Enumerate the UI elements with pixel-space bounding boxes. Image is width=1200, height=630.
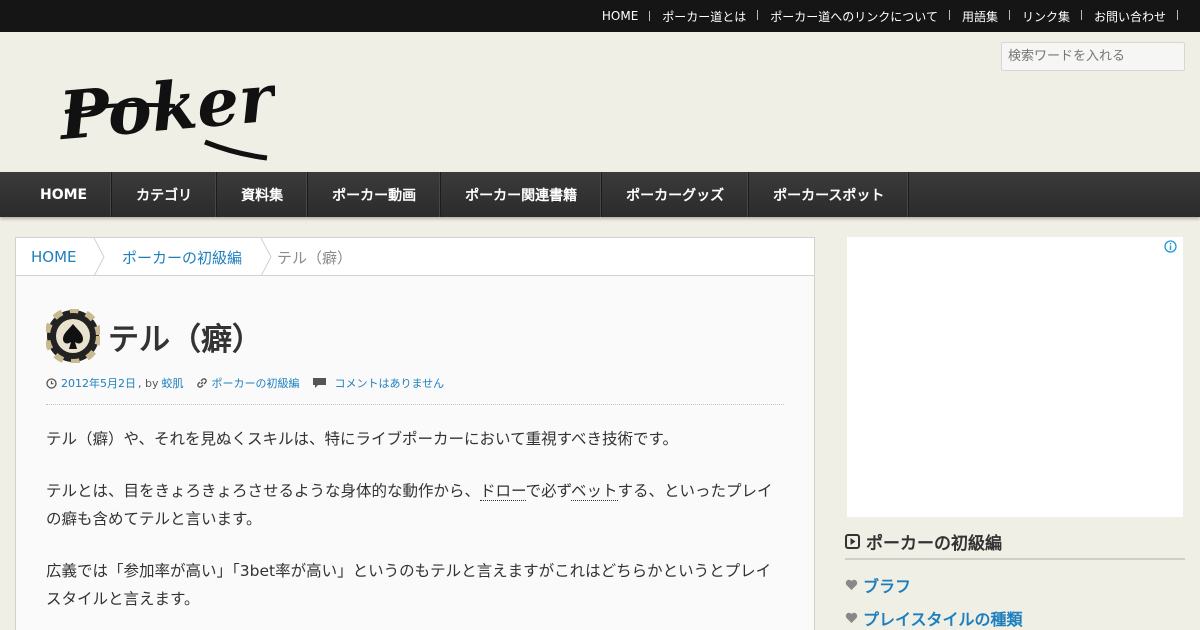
article-paragraph-1: テル（癖）や、それを見ぬくスキルは、特にライブポーカーにおいて重視すべき技術です…	[46, 430, 678, 448]
top-bar: HOME ポーカー道とは ポーカー道へのリンクについて 用語集 リンク集 お問い…	[0, 0, 1200, 32]
comment-icon	[312, 378, 326, 388]
main-nav-videos[interactable]: ポーカー動画	[308, 172, 442, 217]
top-nav-contact[interactable]: お問い合わせ	[1082, 8, 1179, 25]
main-nav-resources[interactable]: 資料集	[217, 172, 309, 217]
glossary-link-bet[interactable]: ベット	[571, 482, 618, 501]
article-paragraph-2: テルとは、目をきょろきょろさせるような身体的な動作から、ドローで必ずベットする、…	[46, 477, 786, 533]
sidebar-item-label[interactable]: プレイスタイルの種類	[863, 606, 1023, 630]
main-nav-books[interactable]: ポーカー関連書籍	[441, 172, 603, 217]
ad-slot[interactable]	[847, 237, 1183, 517]
breadcrumb-category[interactable]: ポーカーの初級編	[122, 238, 242, 276]
heart-icon	[845, 579, 858, 590]
main-nav-spots[interactable]: ポーカースポット	[749, 172, 910, 217]
site-logo[interactable]: Poker道	[55, 42, 275, 162]
top-nav-links[interactable]: リンク集	[1010, 8, 1082, 25]
sidebar-item-play-styles[interactable]: プレイスタイルの種類	[845, 606, 1023, 630]
play-square-icon	[845, 533, 860, 549]
breadcrumb-separator-icon	[260, 238, 272, 276]
article-paragraph-3: 広義では「参加率が高い」「3bet率が高い」というのもテルと言えますがこれはどち…	[46, 562, 772, 608]
meta-divider	[46, 404, 784, 405]
link-icon	[196, 378, 207, 388]
post-meta: 2012年5月2日 , by 蛟肌 ポーカーの初級編 コメントはありません	[46, 375, 444, 391]
main-nav-home[interactable]: HOME	[0, 172, 113, 217]
ad-info-icon[interactable]	[1164, 240, 1177, 253]
top-nav-glossary[interactable]: 用語集	[950, 8, 1010, 25]
breadcrumb-separator-icon	[93, 238, 105, 276]
post-comments[interactable]: コメントはありません	[335, 375, 445, 391]
text-span: テルとは、目をきょろきょろさせるような身体的な動作から、	[46, 482, 481, 500]
post-by-label: , by	[138, 376, 159, 390]
top-nav-link-policy[interactable]: ポーカー道へのリンクについて	[758, 8, 950, 25]
top-nav-about[interactable]: ポーカー道とは	[650, 8, 759, 25]
sidebar-item-label[interactable]: ブラフ	[863, 573, 911, 597]
text-span: で必ず	[525, 482, 572, 500]
article-panel: HOME ポーカーの初級編 テル（癖） テル（癖） 2012年5月2日 , by…	[15, 237, 815, 630]
breadcrumb: HOME ポーカーの初級編 テル（癖）	[16, 238, 814, 276]
page-title: テル（癖）	[108, 321, 263, 358]
post-date[interactable]: 2012年5月2日	[61, 375, 136, 391]
main-nav: HOME カテゴリ 資料集 ポーカー動画 ポーカー関連書籍 ポーカーグッズ ポー…	[0, 172, 1200, 217]
sidebar-heading-label: ポーカーの初級編	[866, 533, 1002, 554]
breadcrumb-current: テル（癖）	[277, 248, 353, 267]
heart-icon	[845, 612, 858, 623]
breadcrumb-home[interactable]: HOME	[31, 238, 77, 276]
top-nav: HOME ポーカー道とは ポーカー道へのリンクについて 用語集 リンク集 お問い…	[590, 0, 1179, 32]
sidebar-item-bluff[interactable]: ブラフ	[845, 573, 911, 597]
post-author[interactable]: 蛟肌	[162, 375, 184, 391]
poker-chip-spade-icon	[46, 309, 100, 363]
glossary-link-draw[interactable]: ドロー	[480, 482, 526, 501]
main-nav-goods[interactable]: ポーカーグッズ	[602, 172, 750, 217]
main-nav-category[interactable]: カテゴリ	[112, 172, 218, 217]
clock-icon	[46, 377, 57, 389]
post-category[interactable]: ポーカーの初級編	[212, 375, 300, 391]
article-header: テル（癖）	[46, 308, 263, 364]
search-input[interactable]	[1001, 42, 1185, 71]
top-nav-home[interactable]: HOME	[590, 9, 651, 23]
sidebar-heading: ポーカーの初級編	[845, 524, 1185, 560]
